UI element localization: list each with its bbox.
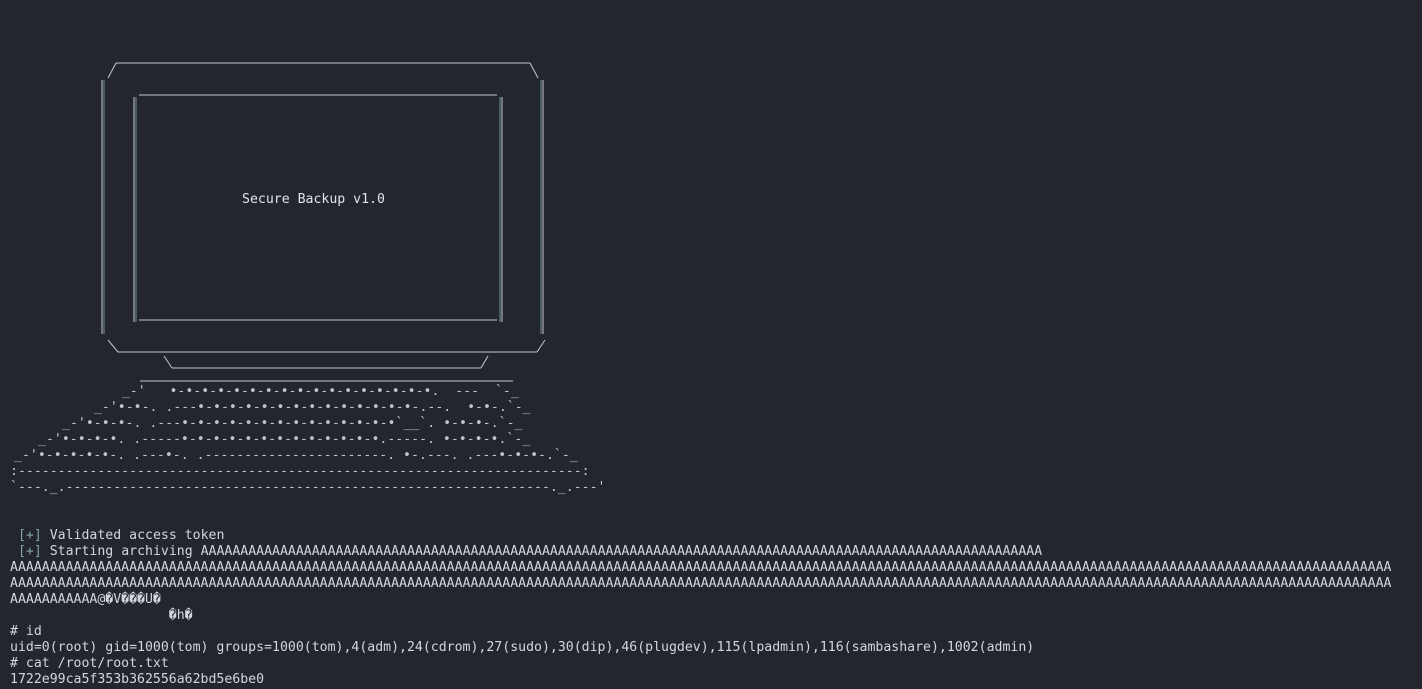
keyboard-row: _-'•-•-•-•-•-. .---•-. .----------------… [14, 448, 578, 463]
id-result: uid=0(root) gid=1000(tom) groups=1000(to… [10, 640, 1035, 655]
keyboard-row: _-'•-•-•-. .---•-•-•-•-•-•-•-•-•-•-•-•-•… [62, 416, 523, 431]
flag-output: 1722e99ca5f353b362556a62bd5e6be0 [10, 672, 265, 687]
command-cat: # cat /root/root.txt [10, 656, 169, 671]
garbage-line: �h� [10, 608, 193, 623]
overflow-line: AAAAAAAAAAA@�V���U� [10, 592, 161, 607]
overflow-line: AAAAAAAAAAAAAAAAAAAAAAAAAAAAAAAAAAAAAAAA… [10, 576, 1392, 591]
overflow-line: AAAAAAAAAAAAAAAAAAAAAAAAAAAAAAAAAAAAAAAA… [10, 560, 1392, 575]
status-line-archiving: [+] Starting archiving AAAAAAAAAAAAAAAAA… [10, 544, 1042, 560]
keyboard-row: _-' •-•-•-•-•-•-•-•-•-•-•-•-•-•-•-•-•. -… [98, 384, 519, 399]
keyboard-row: _-'•-•-. .---•-•-•-•-•-•-•-•-•-•-•-•-•-•… [86, 400, 531, 415]
status-text: Validated access token [49, 528, 225, 543]
status-prefix: [+] [17, 528, 42, 543]
status-prefix: [+] [17, 544, 42, 559]
command-id: # id [10, 624, 42, 639]
terminal-window[interactable]: Secure Backup v1.0 _-' •-•-•-•-•-•-•-•-•… [0, 0, 1422, 689]
keyboard-row: _-'•-•-•-•. .-----•-•-•-•-•-•-•-•-•-•-•-… [38, 432, 531, 447]
status-line-validated: [+] Validated access token [10, 528, 224, 544]
screen-title: Secure Backup v1.0 [242, 192, 385, 207]
status-text: Starting archiving AAAAAAAAAAAAAAAAAAAAA… [49, 544, 1043, 559]
keyboard-row: :---------------------------------------… [10, 464, 590, 479]
keyboard-row: `---._.---------------------------------… [10, 480, 606, 495]
